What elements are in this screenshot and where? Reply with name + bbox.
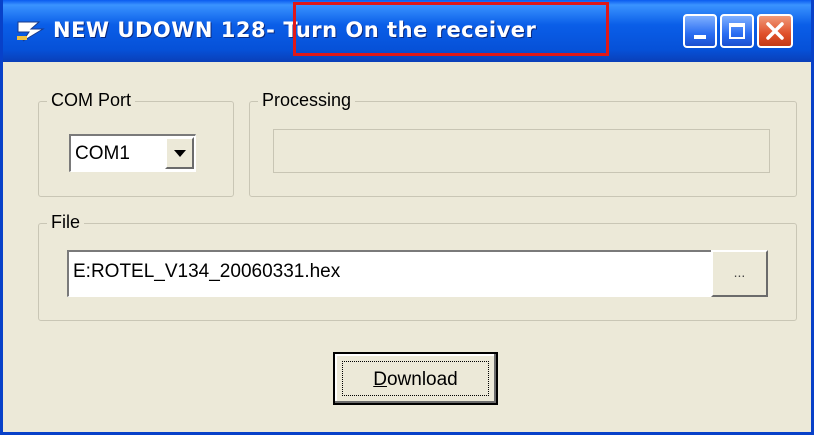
minimize-icon [694,35,706,39]
title-app-name: NEW UDOWN 128- [53,18,276,42]
com-port-label: COM Port [47,90,136,111]
download-mnemonic: D [373,369,387,390]
progress-bar [273,129,770,173]
download-button[interactable]: Download [333,352,498,405]
close-button[interactable] [757,14,793,48]
close-icon [766,22,784,40]
maximize-button[interactable] [720,14,754,48]
download-button-label: Download [342,361,489,396]
dropdown-arrow-icon [174,150,186,157]
download-label-rest: ownload [386,369,458,390]
file-label: File [47,212,85,233]
file-path-field[interactable]: E:ROTEL_V134_20060331.hex [67,250,768,297]
app-window: NEW UDOWN 128- Turn On the receiver COM P… [0,0,814,435]
processing-label: Processing [258,90,356,111]
title-bar[interactable]: NEW UDOWN 128- Turn On the receiver [3,0,811,62]
dropdown-button[interactable] [165,137,194,169]
com-port-select[interactable]: COM1 [69,134,196,172]
status-highlight-box [293,2,609,56]
app-icon [17,21,45,42]
com-port-value: COM1 [75,143,130,164]
minimize-button[interactable] [683,14,717,48]
browse-button[interactable]: ... [711,250,768,297]
maximize-icon [729,23,745,39]
